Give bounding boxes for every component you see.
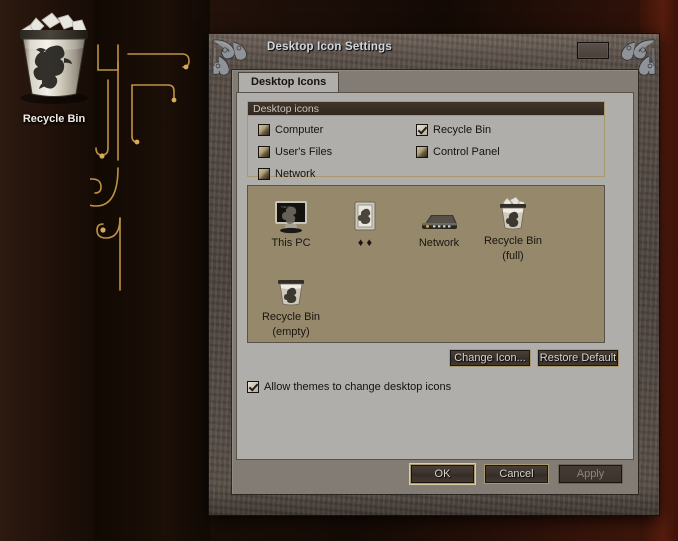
tab-strip: Desktop Icons bbox=[232, 70, 638, 92]
checkbox-row-computer[interactable]: Computer bbox=[258, 124, 323, 136]
desktop-icon-label: Recycle Bin bbox=[22, 113, 86, 125]
cancel-button[interactable]: Cancel bbox=[484, 464, 549, 484]
apply-button[interactable]: Apply bbox=[558, 464, 623, 484]
checkbox-allow-themes[interactable] bbox=[247, 381, 259, 393]
icon-preview-area[interactable]: This PC This PC ♦ ♦ Network Recycle Bin … bbox=[247, 185, 605, 343]
checkbox-recycle-bin[interactable] bbox=[416, 124, 428, 136]
checkbox-label-recycle-bin: Recycle Bin bbox=[433, 124, 492, 136]
preview-item-users-files[interactable]: ♦ ♦ bbox=[326, 194, 404, 249]
users-files-icon bbox=[326, 194, 404, 234]
checkbox-label-control-panel: Control Panel bbox=[433, 146, 500, 158]
preview-item-recycle-bin-empty[interactable]: Recycle Bin (empty) bbox=[252, 268, 330, 338]
checkbox-computer[interactable] bbox=[258, 124, 270, 136]
group-title: Desktop icons bbox=[253, 103, 319, 115]
network-icon bbox=[400, 194, 478, 234]
preview-label-recycle-bin-empty: Recycle Bin bbox=[261, 311, 321, 323]
checkbox-label-users-files: User's Files bbox=[275, 146, 333, 158]
checkbox-network[interactable] bbox=[258, 168, 270, 180]
preview-label-network: Network bbox=[418, 237, 460, 249]
checkbox-label-computer: Computer bbox=[275, 124, 324, 136]
preview-label-this-pc: This PC bbox=[271, 237, 311, 249]
desktop-icon-settings-window: Desktop Icon Settings Desktop Icons Desk… bbox=[208, 33, 660, 516]
tab-desktop-icons[interactable]: Desktop Icons bbox=[238, 72, 340, 92]
this-pc-icon: This PC bbox=[252, 194, 330, 234]
group-desktop-icons: Desktop icons Computer User's Files Netw… bbox=[247, 101, 605, 180]
restore-default-button[interactable]: Restore Default bbox=[537, 349, 619, 367]
checkbox-row-allow-themes[interactable]: Allow themes to change desktop icons bbox=[247, 381, 451, 393]
ok-button[interactable]: OK bbox=[410, 464, 475, 484]
svg-text:This PC: This PC bbox=[281, 205, 293, 209]
preview-sublabel-recycle-bin-full: (full) bbox=[502, 250, 524, 262]
checkbox-row-control-panel[interactable]: Control Panel bbox=[416, 146, 500, 158]
desktop-icon-recycle-bin[interactable]: Recycle Bin bbox=[8, 6, 100, 125]
recycle-bin-empty-icon bbox=[252, 268, 330, 308]
wallpaper-strip-mid bbox=[95, 0, 210, 541]
wallpaper-filigree-decoration bbox=[90, 44, 190, 291]
checkbox-label-network: Network bbox=[275, 168, 316, 180]
checkbox-row-recycle-bin[interactable]: Recycle Bin bbox=[416, 124, 491, 136]
checkbox-users-files[interactable] bbox=[258, 146, 270, 158]
preview-item-recycle-bin-full[interactable]: Recycle Bin (full) bbox=[474, 192, 552, 262]
checkbox-label-allow-themes: Allow themes to change desktop icons bbox=[264, 381, 452, 393]
dialog-client-area: Desktop Icons Desktop icons Computer Use… bbox=[231, 69, 639, 495]
checkbox-row-users-files[interactable]: User's Files bbox=[258, 146, 332, 158]
recycle-bin-icon bbox=[20, 12, 88, 104]
preview-label-recycle-bin-full: Recycle Bin bbox=[483, 235, 543, 247]
preview-item-this-pc[interactable]: This PC This PC bbox=[252, 194, 330, 249]
group-header: Desktop icons bbox=[248, 102, 604, 116]
window-titlebar[interactable]: Desktop Icon Settings bbox=[209, 34, 659, 64]
preview-sublabel-recycle-bin-empty: (empty) bbox=[272, 326, 310, 338]
checkbox-row-network[interactable]: Network bbox=[258, 168, 315, 180]
desktop-background: Recycle Bin Desktop Icon Settings Deskto… bbox=[0, 0, 678, 541]
change-icon-button[interactable]: Change Icon... bbox=[449, 349, 531, 367]
checkbox-control-panel[interactable] bbox=[416, 146, 428, 158]
close-icon[interactable] bbox=[577, 42, 609, 59]
window-title: Desktop Icon Settings bbox=[267, 41, 392, 53]
preview-item-network[interactable]: Network bbox=[400, 194, 478, 249]
recycle-bin-full-icon bbox=[474, 192, 552, 232]
tab-panel-desktop-icons: Desktop icons Computer User's Files Netw… bbox=[236, 92, 634, 460]
preview-label-users-files: ♦ ♦ bbox=[357, 237, 373, 249]
